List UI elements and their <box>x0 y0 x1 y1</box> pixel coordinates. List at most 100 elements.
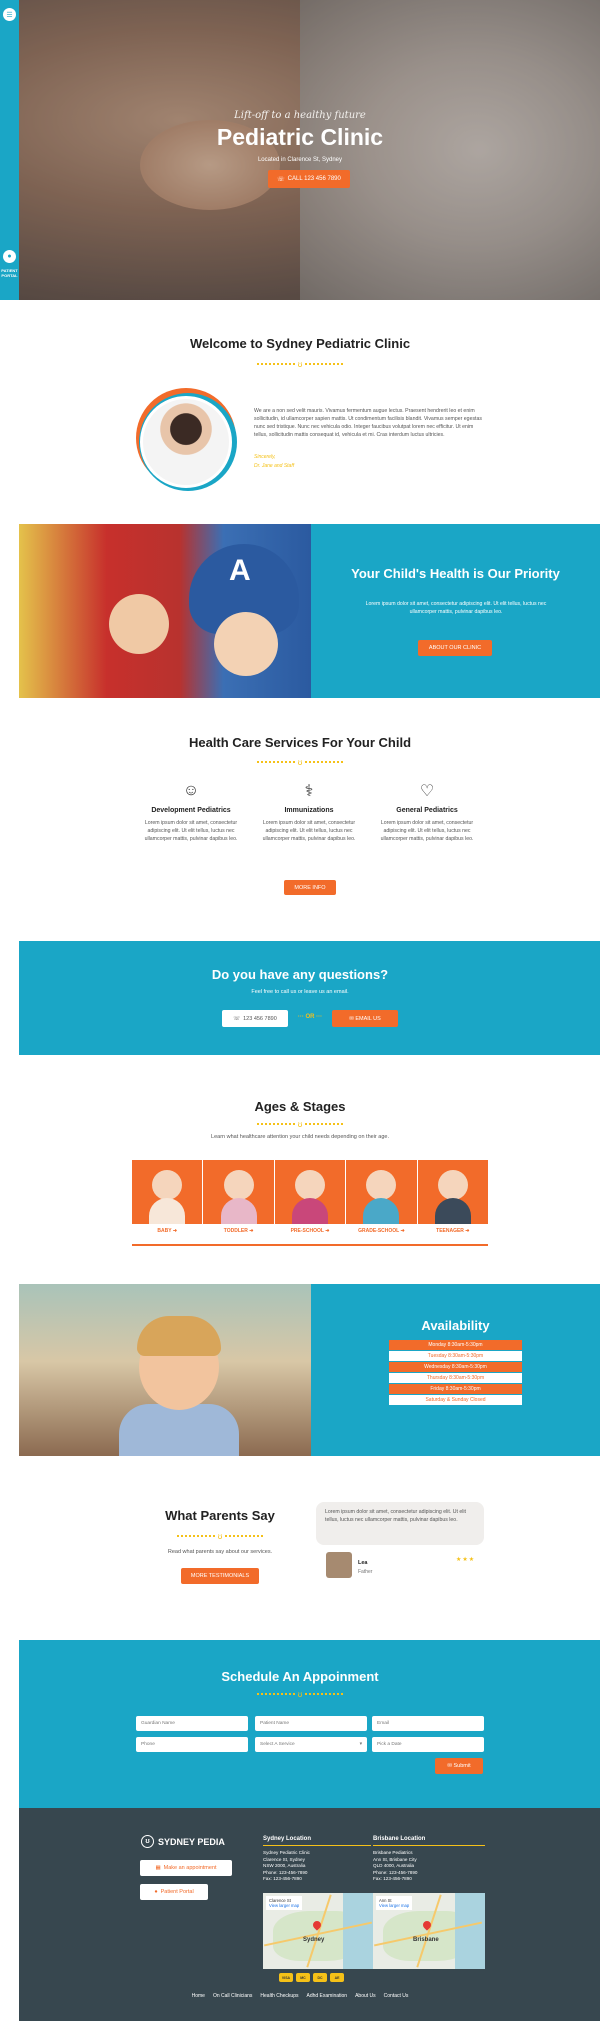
testimonial-name: Lea <box>358 1560 368 1566</box>
availability-row: Saturday & Sunday Closed <box>389 1395 522 1405</box>
menu-icon[interactable]: ☰ <box>3 8 16 21</box>
welcome-signature: Dr. Jane and Staff <box>254 463 295 469</box>
submit-label: Submit <box>453 1763 471 1769</box>
address-line: QLD 4000, Australia <box>373 1863 415 1868</box>
smiling-child-photo <box>19 1284 311 1456</box>
hero-call-button[interactable]: ☏ CALL 123 456 7890 <box>268 170 350 188</box>
schedule-title: Schedule An Appoinment <box>221 1669 379 1684</box>
service-body: Lorem ipsum dolor sit amet, consectetur … <box>144 820 238 842</box>
user-icon[interactable]: ● <box>3 250 16 263</box>
stethoscope-icon: ʊ <box>297 359 303 369</box>
or-label: OR <box>305 1014 315 1020</box>
parents-title: What Parents Say <box>165 1508 275 1523</box>
phone-button[interactable]: ☏ 123 456 7890 <box>222 1010 288 1027</box>
section-divider: ʊ <box>255 359 345 369</box>
age-card-teenager[interactable]: TEENAGER ➜ <box>417 1160 489 1234</box>
footer-link-home[interactable]: Home <box>192 1993 205 1999</box>
map-link[interactable]: View larger map <box>269 1903 299 1908</box>
footer-link-on-call[interactable]: On Call Clinicians <box>213 1993 252 1999</box>
welcome-signoff: Sincerely, <box>254 454 276 460</box>
priority-body: Lorem ipsum dolor sit amet, consectetur … <box>365 601 547 615</box>
brisbane-address: Brisbane Pediatrics Ann St, Brisbane Cit… <box>373 1850 417 1883</box>
section-divider: ʊ <box>255 1690 345 1699</box>
service-body: Lorem ipsum dolor sit amet, consectetur … <box>380 820 474 842</box>
patient-portal-button[interactable]: ● Patient Portal <box>140 1884 208 1900</box>
age-label: TEENAGER ➜ <box>436 1228 470 1234</box>
map-link[interactable]: View larger map <box>379 1903 409 1908</box>
phone-label: 123 456 7890 <box>243 1015 277 1022</box>
stethoscope-icon: ʊ <box>217 1531 223 1541</box>
services-title: Health Care Services For Your Child <box>188 735 412 750</box>
service-card: ⚕ Immunizations Lorem ipsum dolor sit am… <box>254 780 364 843</box>
heart-plus-icon: ♡ <box>419 783 435 800</box>
email-button[interactable]: ✉ EMAIL US <box>332 1010 398 1027</box>
phone-field[interactable]: Phone <box>136 1737 248 1752</box>
field-placeholder: Patient Name <box>260 1721 290 1726</box>
amex-icon: AE <box>330 1973 344 1982</box>
syringe-icon: ⚕ <box>304 783 314 800</box>
welcome-title: Welcome to Sydney Pediatric Clinic <box>189 336 411 351</box>
patient-name-field[interactable]: Patient Name <box>255 1716 367 1731</box>
hero-call-label: CALL 123 456 7890 <box>287 176 341 182</box>
age-label: PRE-SCHOOL ➜ <box>290 1228 330 1234</box>
patient-portal-label[interactable]: PATIENT PORTAL <box>0 268 19 278</box>
submit-button[interactable]: ✉ Submit <box>435 1758 483 1774</box>
divider <box>373 1845 485 1846</box>
service-card: ♡ General Pediatrics Lorem ipsum dolor s… <box>372 780 482 843</box>
footer-link-checkups[interactable]: Health Checkups <box>260 1993 298 1999</box>
or-separator: ··· OR ··· <box>297 1014 323 1020</box>
age-card-preschool[interactable]: PRE-SCHOOL ➜ <box>274 1160 346 1234</box>
age-card-baby[interactable]: BABY ➜ <box>132 1160 203 1234</box>
email-field[interactable]: Email <box>372 1716 484 1731</box>
about-clinic-button[interactable]: ABOUT OUR CLINIC <box>418 640 492 656</box>
questions-panel <box>19 941 600 1055</box>
parents-subtitle: Read what parents say about our services… <box>167 1549 273 1555</box>
availability-list: Monday 8:30am-5:30pm Tuesday 8:30am-5:30p… <box>389 1340 522 1406</box>
left-sidebar: ☰ ● PATIENT PORTAL <box>0 0 19 300</box>
more-info-button[interactable]: MORE INFO <box>284 880 336 895</box>
service-select[interactable]: Select A Service ▾ <box>255 1737 367 1752</box>
service-title: Immunizations <box>284 807 334 814</box>
age-card-gradeschool[interactable]: GRADE-SCHOOL ➜ <box>346 1160 417 1234</box>
user-icon: ● <box>154 1889 158 1895</box>
availability-row: Monday 8:30am-5:30pm <box>389 1340 522 1350</box>
age-card-toddler[interactable]: TODDLER ➜ <box>203 1160 274 1234</box>
portal-label: Patient Portal <box>160 1889 194 1895</box>
baby-face-icon: ☺ <box>182 782 200 799</box>
field-placeholder: Pick a Date <box>377 1742 402 1747</box>
more-testimonials-button[interactable]: MORE TESTIMONIALS <box>181 1568 259 1584</box>
sydney-location-title: Sydney Location <box>263 1836 312 1842</box>
footer-link-adhd[interactable]: Adhd Examination <box>306 1993 347 1999</box>
footer-link-about[interactable]: About Us <box>355 1993 376 1999</box>
guardian-name-field[interactable]: Guardian Name <box>136 1716 248 1731</box>
diners-icon: DC <box>313 1973 327 1982</box>
section-divider: ʊ <box>175 1531 265 1541</box>
field-placeholder: Select A Service <box>260 1742 295 1747</box>
footer-link-contact[interactable]: Contact Us <box>384 1993 409 1999</box>
appointment-label: Make an appointment <box>163 1865 217 1871</box>
divider <box>263 1845 371 1846</box>
availability-row: Wednesday 8:30am-5:30pm <box>389 1362 522 1372</box>
service-title: Development Pediatrics <box>151 807 231 814</box>
email-label: EMAIL US <box>355 1015 381 1022</box>
ages-subtitle: Learn what healthcare attention your chi… <box>211 1134 389 1140</box>
field-placeholder: Phone <box>141 1742 155 1747</box>
sydney-map[interactable]: Clarence St View larger map Sydney <box>263 1893 373 1969</box>
ages-underline <box>132 1244 488 1246</box>
age-label: GRADE-SCHOOL ➜ <box>358 1228 405 1234</box>
address-line: NSW 2000, Australia <box>263 1863 306 1868</box>
brisbane-map[interactable]: Ann St View larger map Brisbane <box>373 1893 485 1969</box>
ages-title: Ages & Stages <box>254 1099 346 1114</box>
date-field[interactable]: Pick a Date <box>372 1737 484 1752</box>
make-appointment-button[interactable]: ▦ Make an appointment <box>140 1860 232 1876</box>
logo-icon: ʊ <box>141 1835 154 1848</box>
footer-logo[interactable]: ʊ SYDNEY PEDIA <box>141 1835 225 1848</box>
questions-subtitle: Feel free to call us or leave us an emai… <box>251 989 349 995</box>
map-city-label: Brisbane <box>413 1937 439 1943</box>
sydney-address: Sydney Pediatric Clinic Clarence St, Syd… <box>263 1850 310 1883</box>
stethoscope-icon: ʊ <box>297 757 303 767</box>
kids-costume-photo: A <box>19 524 311 698</box>
field-placeholder: Email <box>377 1721 389 1726</box>
address-line: Fax: 123-456-7890 <box>263 1876 302 1881</box>
section-divider: ʊ <box>255 757 345 767</box>
